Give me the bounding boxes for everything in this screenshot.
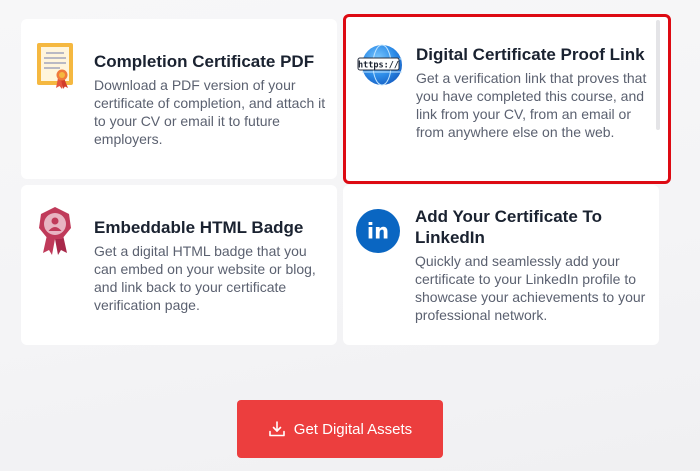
- scrollbar[interactable]: [656, 20, 660, 130]
- card-completion-certificate-pdf[interactable]: Completion Certificate PDF Download a PD…: [21, 19, 337, 179]
- certificate-document-icon: [37, 43, 73, 89]
- card-description: Download a PDF version of your certifica…: [94, 77, 326, 147]
- button-label: Get Digital Assets: [293, 420, 413, 438]
- card-description: Get a digital HTML badge that you can em…: [94, 243, 316, 313]
- linkedin-logo-text: in: [367, 220, 389, 244]
- card-digital-certificate-proof-link[interactable]: https:// Digital Certificate Proof Link …: [343, 14, 671, 184]
- card-title: Completion Certificate PDF: [94, 52, 315, 71]
- get-digital-assets-button[interactable]: Get Digital Assets: [237, 400, 443, 458]
- card-title: Digital Certificate Proof Link: [416, 45, 645, 64]
- card-title: Embeddable HTML Badge: [94, 218, 304, 237]
- download-icon: [268, 421, 285, 437]
- https-label: https://: [358, 61, 399, 71]
- card-description: Get a verification link that proves that…: [416, 70, 647, 140]
- card-description: Quickly and seamlessly add your certific…: [415, 253, 646, 323]
- badge-ribbon-icon: [39, 207, 71, 255]
- card-add-certificate-to-linkedin[interactable]: in Add Your Certificate To LinkedIn Quic…: [343, 185, 659, 345]
- linkedin-icon: in: [356, 209, 400, 253]
- card-title: Add Your Certificate To LinkedIn: [415, 207, 603, 247]
- card-embeddable-html-badge[interactable]: Embeddable HTML Badge Get a digital HTML…: [21, 185, 337, 345]
- globe-https-icon: https://: [357, 44, 402, 86]
